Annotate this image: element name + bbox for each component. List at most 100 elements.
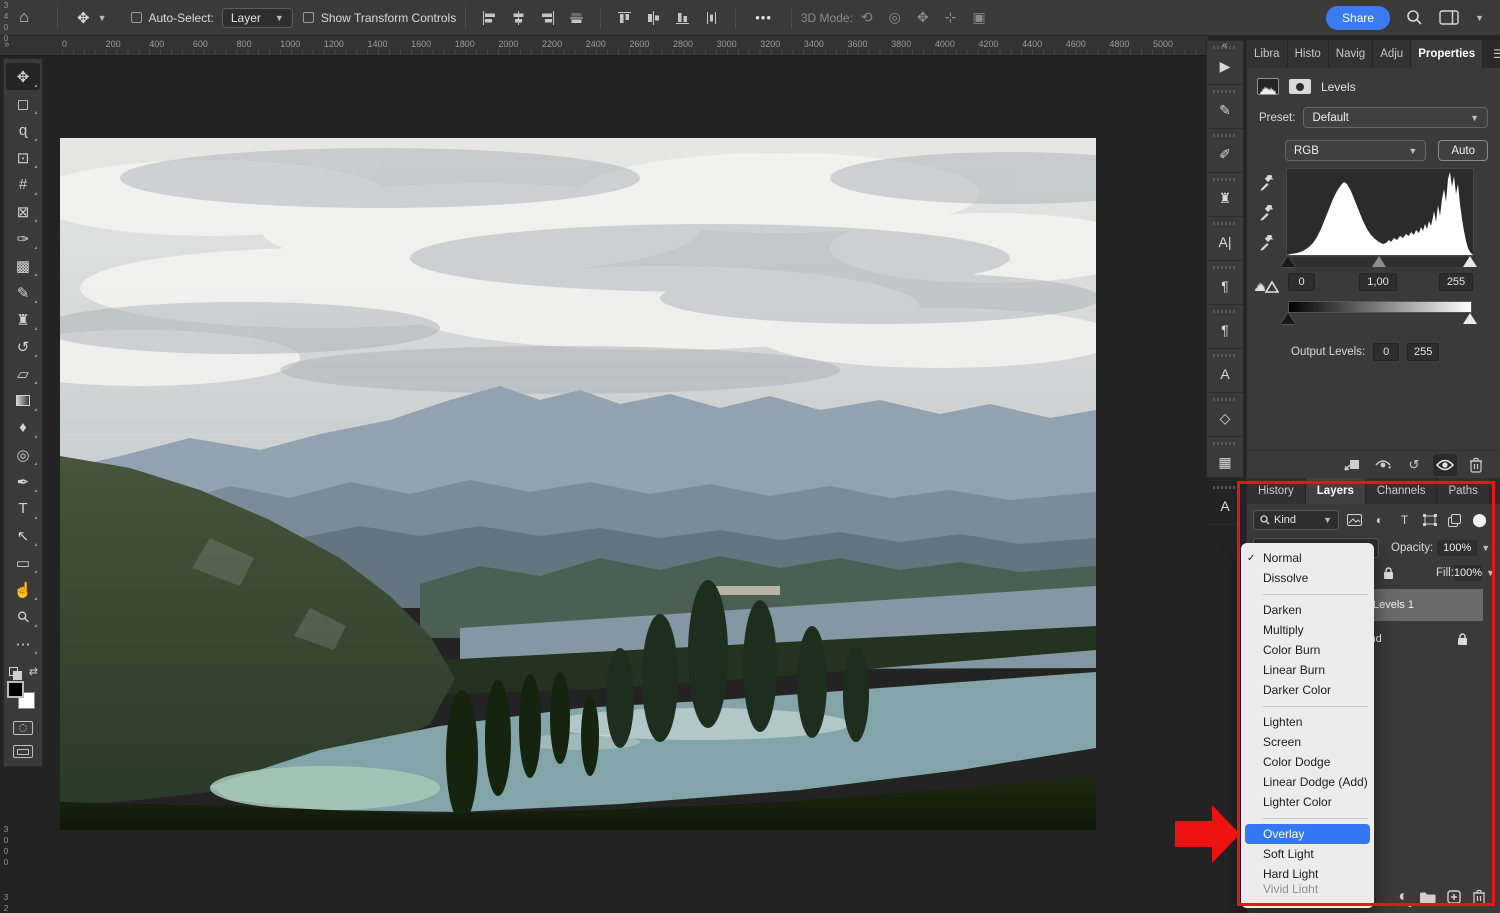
new-adjustment-layer-icon[interactable]: ◐ xyxy=(1398,888,1408,906)
default-colors-icon[interactable] xyxy=(9,667,18,676)
brush-tool[interactable]: ✎ xyxy=(6,279,40,306)
reset-adjustment-icon[interactable]: ↺ xyxy=(1402,454,1426,476)
blend-mode-menu-item[interactable] xyxy=(1241,700,1374,712)
history-brush-tool[interactable]: ↺ xyxy=(6,333,40,360)
clip-to-layer-icon[interactable] xyxy=(1340,454,1364,476)
gradient-tool[interactable]: ▰ xyxy=(6,387,40,414)
chevron-down-icon[interactable]: ▼ xyxy=(1481,543,1490,553)
output-white-value[interactable]: 255 xyxy=(1407,343,1439,361)
brush-settings-panel-icon[interactable]: ✎ xyxy=(1207,97,1243,123)
current-tool-indicator[interactable]: ✥ ▼ xyxy=(77,9,107,27)
black-input-slider[interactable] xyxy=(1281,256,1295,267)
blend-mode-menu-item[interactable] xyxy=(1241,812,1374,824)
rectangle-tool[interactable]: ▭ xyxy=(6,549,40,576)
show-transform-checkbox[interactable] xyxy=(303,12,314,23)
auto-button[interactable]: Auto xyxy=(1438,140,1488,161)
quick-mask-button[interactable] xyxy=(13,721,33,735)
more-tools[interactable]: ⋯ xyxy=(6,630,40,657)
align-left-edges-button[interactable] xyxy=(481,10,498,26)
3d-panel-icon[interactable]: ◇ xyxy=(1207,405,1243,431)
distribute-horizontal-button[interactable] xyxy=(703,10,720,26)
eyedropper-tool[interactable]: ✑ xyxy=(6,225,40,252)
align-right-edges-button[interactable] xyxy=(539,10,556,26)
paragraph-panel-icon[interactable]: ¶ xyxy=(1207,273,1243,299)
distribute-top-edges-button[interactable] xyxy=(616,10,633,26)
panel-tab[interactable]: Libra xyxy=(1247,40,1288,68)
filter-adjustment-layers-icon[interactable]: ◐ xyxy=(1370,513,1389,527)
object-selection-tool[interactable]: ⊡ xyxy=(6,144,40,171)
actions-panel-icon[interactable]: ▶ xyxy=(1207,53,1243,79)
layer-mask-icon[interactable] xyxy=(1289,79,1311,94)
blend-mode-menu-item[interactable]: Overlay xyxy=(1245,824,1370,844)
gray-point-eyedropper-icon[interactable] xyxy=(1259,205,1275,221)
character-panel-icon[interactable]: A| xyxy=(1207,229,1243,255)
patterns-panel-icon[interactable]: ▦ xyxy=(1207,449,1243,475)
clone-stamp-tool[interactable]: ♜ xyxy=(6,306,40,333)
pen-tool[interactable]: ✒ xyxy=(6,468,40,495)
panel-tab[interactable]: History xyxy=(1247,478,1306,504)
collapse-panels-icon[interactable]: « xyxy=(1222,40,1226,51)
levels-adjustment-icon[interactable] xyxy=(1257,78,1279,95)
blend-mode-menu-item[interactable]: Lighten xyxy=(1241,712,1374,732)
opacity-value[interactable]: 100% xyxy=(1437,540,1477,556)
panel-tab[interactable]: Adju xyxy=(1373,40,1411,68)
character-styles-panel-icon[interactable]: A xyxy=(1207,361,1243,387)
preset-select[interactable]: Default ▼ xyxy=(1303,107,1488,128)
clone-source-panel-icon[interactable]: ♜ xyxy=(1207,185,1243,211)
fill-value[interactable]: 100% xyxy=(1454,565,1482,581)
search-icon[interactable] xyxy=(1406,9,1423,26)
blend-mode-menu-item[interactable]: Darken xyxy=(1241,600,1374,620)
blend-mode-menu-item[interactable]: Color Burn xyxy=(1241,640,1374,660)
white-output-slider[interactable] xyxy=(1463,313,1477,324)
white-input-value[interactable]: 255 xyxy=(1439,273,1473,291)
frame-tool[interactable]: ⊠ xyxy=(6,198,40,225)
eraser-tool[interactable]: ▱ xyxy=(6,360,40,387)
blend-mode-menu-item[interactable]: Linear Burn xyxy=(1241,660,1374,680)
align-top-edges-button[interactable] xyxy=(568,10,585,26)
panel-tab[interactable]: Properties xyxy=(1411,40,1483,68)
blend-mode-menu-item[interactable]: Soft Light xyxy=(1241,844,1374,864)
panel-tab[interactable]: Paths xyxy=(1437,478,1489,504)
channel-select[interactable]: RGB ▼ xyxy=(1285,140,1426,161)
filter-toggle-icon[interactable]: ⬤ xyxy=(1470,512,1489,528)
blend-mode-menu-item[interactable] xyxy=(1241,588,1374,600)
3d-roll-icon[interactable]: ◎ xyxy=(889,9,901,26)
crop-tool[interactable]: # xyxy=(6,171,40,198)
delete-layer-trash-icon[interactable] xyxy=(1472,889,1486,905)
filter-pixel-layers-icon[interactable] xyxy=(1345,514,1364,526)
chevron-down-icon[interactable]: ▼ xyxy=(1475,13,1484,23)
blend-mode-menu-item[interactable]: Dissolve xyxy=(1241,568,1374,588)
filter-type-layers-icon[interactable]: T xyxy=(1395,513,1414,527)
black-output-slider[interactable] xyxy=(1281,313,1295,324)
output-black-value[interactable]: 0 xyxy=(1373,343,1399,361)
view-previous-state-icon[interactable] xyxy=(1371,454,1395,476)
blend-mode-menu-item[interactable]: Lighter Color xyxy=(1241,792,1374,812)
3d-pan-icon[interactable]: ✥ xyxy=(917,9,929,26)
filter-smart-objects-icon[interactable] xyxy=(1445,514,1464,527)
filter-kind-select[interactable]: Kind ▼ xyxy=(1253,510,1339,530)
panel-tab[interactable]: Layers xyxy=(1306,478,1366,504)
3d-camera-icon[interactable]: ▣ xyxy=(972,9,985,26)
lock-all-icon[interactable] xyxy=(1383,567,1394,580)
white-input-slider[interactable] xyxy=(1463,256,1477,267)
more-options-button[interactable]: ••• xyxy=(755,10,772,25)
visibility-eye-icon[interactable] xyxy=(1433,454,1457,476)
type-tool[interactable]: T xyxy=(6,495,40,522)
filter-shape-layers-icon[interactable] xyxy=(1420,514,1439,526)
path-selection-tool[interactable]: ↖ xyxy=(6,522,40,549)
blend-mode-menu-item[interactable]: Linear Dodge (Add) xyxy=(1241,772,1374,792)
3d-slide-icon[interactable]: ⊹ xyxy=(945,9,957,26)
panel-menu-icon[interactable]: ☰ xyxy=(1483,40,1500,68)
delete-adjustment-trash-icon[interactable] xyxy=(1464,454,1488,476)
move-tool[interactable]: ✥ xyxy=(6,63,40,90)
lasso-tool[interactable]: ɋ xyxy=(6,117,40,144)
gamma-input-value[interactable]: 1,00 xyxy=(1359,273,1397,291)
paragraph-styles-panel-icon[interactable]: A xyxy=(1207,493,1243,519)
blend-mode-menu-item[interactable]: Darker Color xyxy=(1241,680,1374,700)
panel-tab[interactable]: Histo xyxy=(1288,40,1329,68)
menu-scroll-down-icon[interactable]: ⌄ xyxy=(1241,893,1374,908)
document-canvas[interactable] xyxy=(60,138,1096,830)
blend-mode-menu-item[interactable]: Vivid Light xyxy=(1241,884,1374,893)
blend-mode-menu-item[interactable]: Screen xyxy=(1241,732,1374,752)
distribute-vertical-centers-button[interactable] xyxy=(645,10,662,26)
